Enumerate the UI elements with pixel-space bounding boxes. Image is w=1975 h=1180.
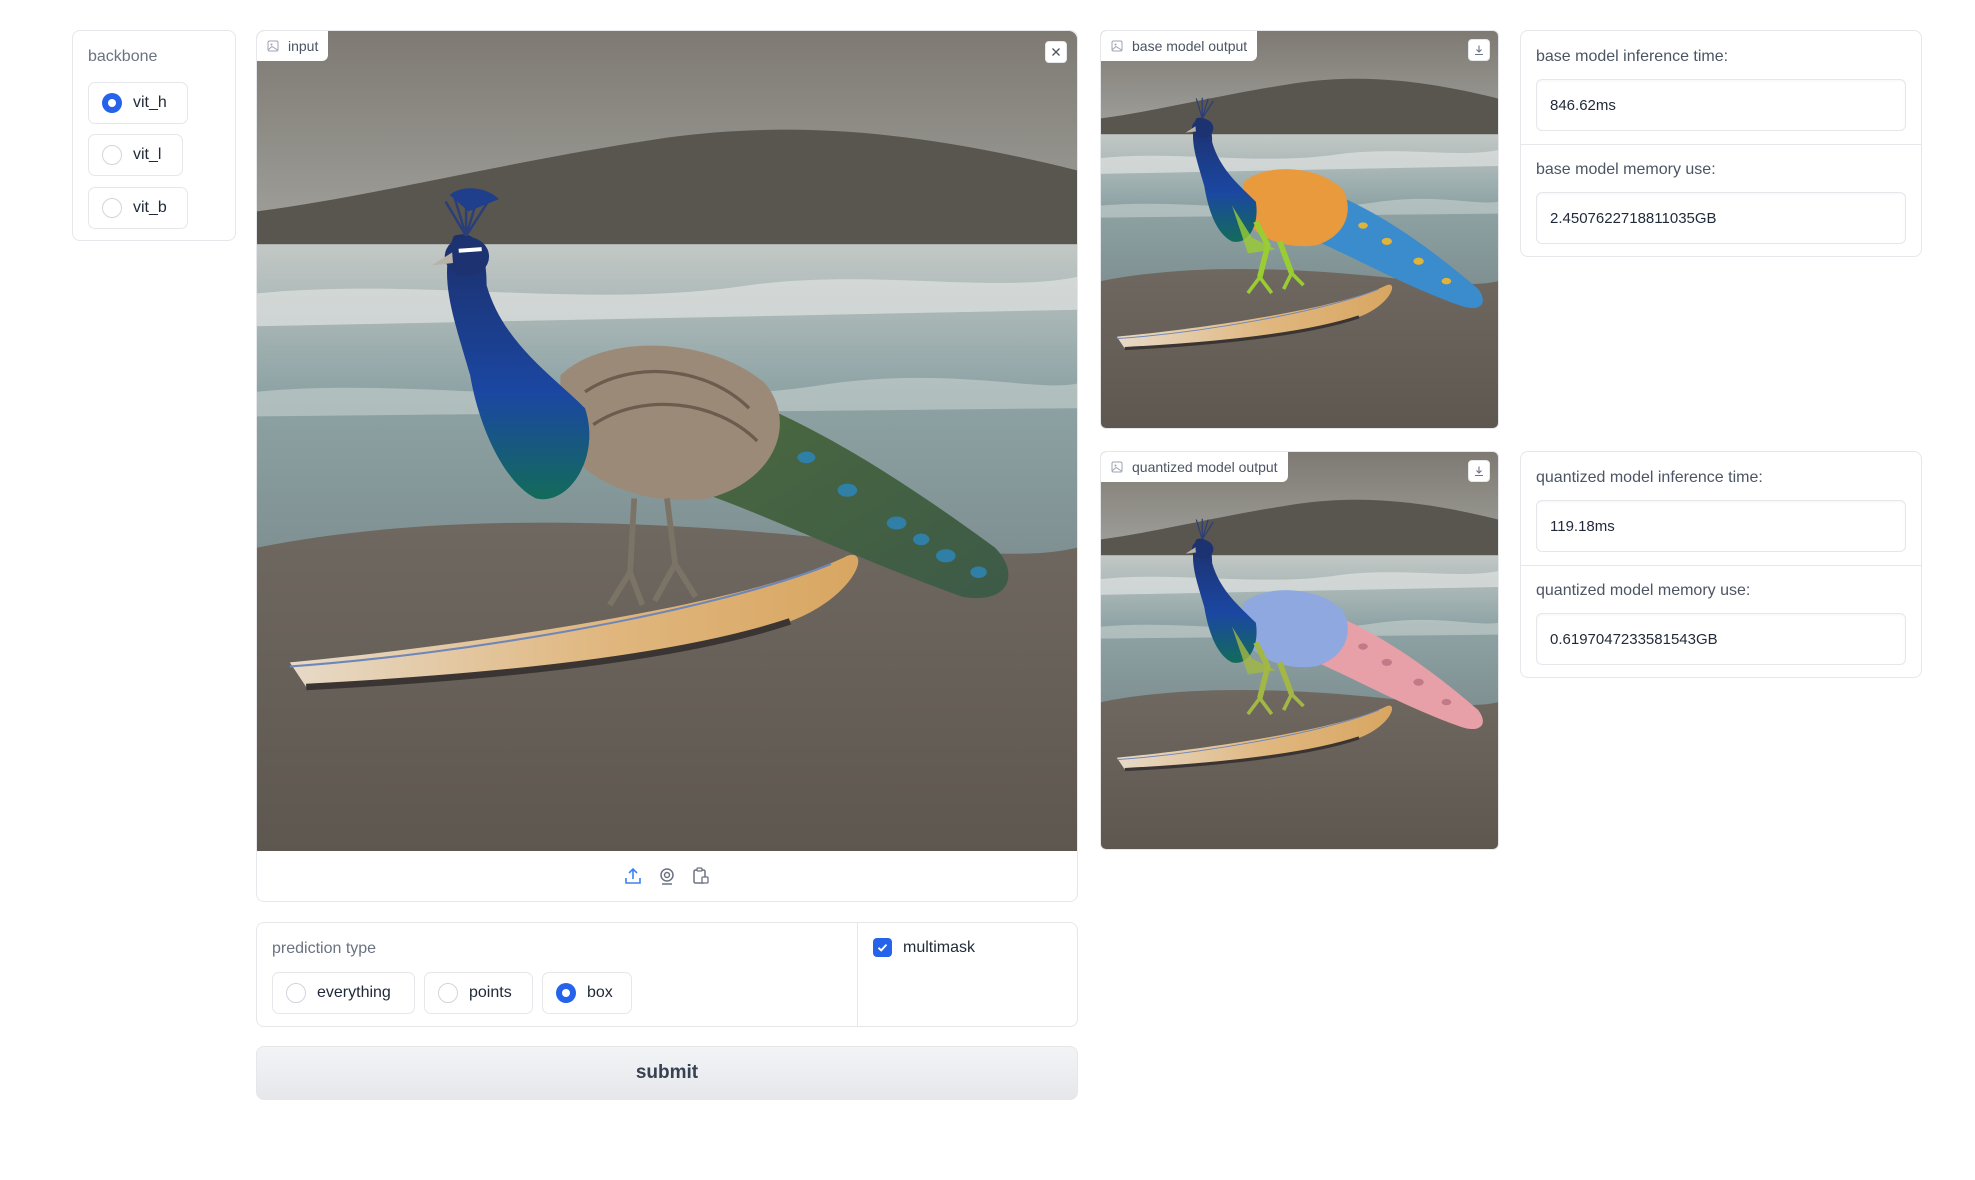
multimask-checkbox-row[interactable]: multimask	[873, 938, 975, 957]
input-image-toolbar	[257, 851, 1077, 901]
image-icon	[267, 40, 279, 52]
divider	[1521, 144, 1921, 145]
prediction-option-label: everything	[317, 984, 391, 1001]
download-icon[interactable]	[1468, 39, 1490, 61]
image-icon	[1111, 461, 1123, 473]
input-image-label-text: input	[288, 38, 319, 54]
base-memory-label: base model memory use:	[1536, 161, 1716, 178]
backbone-option-vit-l[interactable]: vit_l	[88, 134, 183, 176]
base-output-image: base model output	[1100, 30, 1499, 429]
quantized-output-label: quantized model output	[1101, 452, 1288, 482]
submit-label: submit	[635, 1062, 699, 1083]
backbone-option-vit-h[interactable]: vit_h	[88, 82, 188, 124]
image-icon	[1111, 40, 1123, 52]
multimask-label: multimask	[903, 938, 976, 956]
download-icon[interactable]	[1468, 460, 1490, 482]
quantized-memory-label: quantized model memory use:	[1536, 582, 1751, 599]
prediction-option-points[interactable]: points	[424, 972, 533, 1014]
quantized-inference-time-label: quantized model inference time:	[1536, 469, 1763, 486]
radio-selected[interactable]	[556, 983, 576, 1003]
clipboard-icon[interactable]	[691, 866, 711, 886]
backbone-option-label: vit_b	[133, 199, 167, 216]
prediction-option-label: points	[469, 984, 512, 1001]
close-icon[interactable]	[1045, 41, 1067, 63]
base-memory-field[interactable]: 2.4507622718811035GB	[1536, 192, 1906, 244]
input-image[interactable]: input	[257, 31, 1077, 851]
submit-button[interactable]: submit	[256, 1046, 1078, 1100]
base-output-label-text: base model output	[1132, 38, 1248, 54]
input-image-panel: input	[256, 30, 1078, 902]
prediction-type-label: prediction type	[272, 940, 377, 957]
prediction-option-box[interactable]: box	[542, 972, 632, 1014]
base-inference-time-label: base model inference time:	[1536, 48, 1729, 65]
input-image-label: input	[257, 31, 329, 61]
backbone-option-label: vit_l	[133, 146, 162, 163]
backbone-option-vit-b[interactable]: vit_b	[88, 187, 188, 229]
quantized-output-scene	[1101, 452, 1498, 849]
quantized-stats-panel: quantized model inference time: 119.18ms…	[1520, 451, 1922, 678]
quantized-output-image: quantized model output	[1100, 451, 1499, 850]
base-output-label: base model output	[1101, 31, 1258, 61]
backbone-panel: backbone vit_h vit_l vit_b	[72, 30, 236, 241]
prediction-option-everything[interactable]: everything	[272, 972, 415, 1014]
upload-icon[interactable]	[623, 866, 643, 886]
base-output-scene	[1101, 31, 1498, 428]
vertical-divider	[857, 923, 858, 1026]
input-image-scene	[257, 31, 1077, 851]
backbone-option-label: vit_h	[133, 94, 167, 111]
webcam-icon[interactable]	[657, 866, 677, 886]
prediction-options-panel: prediction type everything points box mu…	[256, 922, 1078, 1027]
quantized-inference-time-field[interactable]: 119.18ms	[1536, 500, 1906, 552]
divider	[1521, 565, 1921, 566]
radio-unselected[interactable]	[102, 145, 122, 165]
base-inference-time-field[interactable]: 846.62ms	[1536, 79, 1906, 131]
checkbox-checked[interactable]	[873, 938, 892, 957]
check-icon	[877, 943, 888, 952]
radio-unselected[interactable]	[286, 983, 306, 1003]
radio-unselected[interactable]	[438, 983, 458, 1003]
base-stats-panel: base model inference time: 846.62ms base…	[1520, 30, 1922, 257]
quantized-memory-field[interactable]: 0.6197047233581543GB	[1536, 613, 1906, 665]
radio-selected[interactable]	[102, 93, 122, 113]
quantized-output-label-text: quantized model output	[1132, 459, 1278, 475]
backbone-label: backbone	[88, 48, 158, 65]
prediction-option-label: box	[587, 984, 613, 1001]
radio-unselected[interactable]	[102, 198, 122, 218]
